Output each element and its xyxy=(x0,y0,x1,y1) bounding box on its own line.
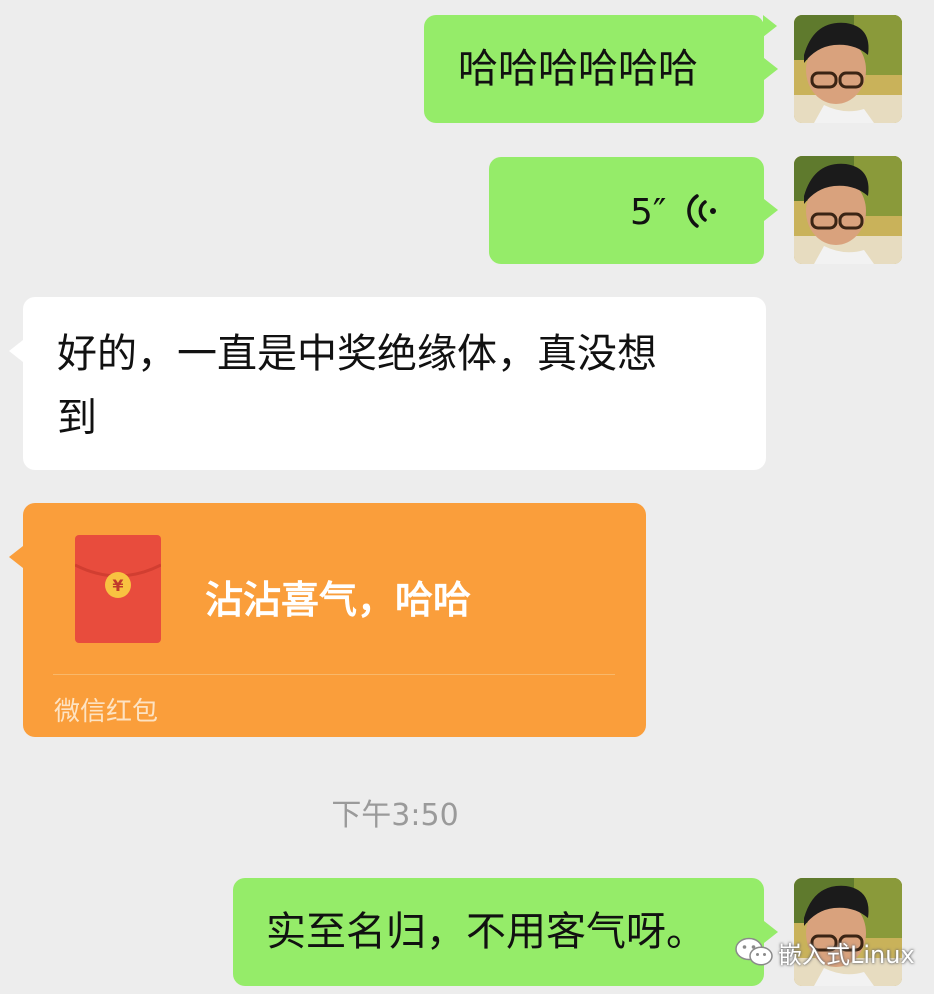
received-message-bubble[interactable]: 好的，一直是中奖绝缘体，真没想 到 xyxy=(23,297,766,470)
red-envelope-icon: ¥ xyxy=(75,535,161,643)
message-text: 实至名归，不用客气呀。 xyxy=(266,909,706,955)
voice-wave-icon xyxy=(687,194,716,228)
bubble-tail xyxy=(9,546,23,568)
message-text-line-1: 好的，一直是中奖绝缘体，真没想 xyxy=(57,331,657,377)
red-packet-footer: 微信红包 xyxy=(54,697,159,727)
coin-symbol: ¥ xyxy=(112,576,123,595)
red-packet-divider xyxy=(53,674,615,675)
message-text: 哈哈哈哈哈哈 xyxy=(458,46,698,92)
voice-message-bubble[interactable]: 5″ xyxy=(489,157,764,264)
bubble-tail xyxy=(764,58,778,80)
sent-message-bubble[interactable]: 实至名归，不用客气呀。 xyxy=(233,878,764,986)
message-text-line-2: 到 xyxy=(57,395,97,441)
message-timestamp: 下午3:50 xyxy=(331,798,459,833)
sent-message-bubble[interactable]: .m1::after{top:43px;} 哈哈哈哈哈哈 xyxy=(424,15,777,123)
wechat-logo-icon xyxy=(735,937,773,966)
avatar-image xyxy=(794,156,902,264)
watermark-text: 嵌入式Linux xyxy=(778,940,915,969)
voice-duration: 5″ xyxy=(630,192,667,233)
watermark: 嵌入式Linux xyxy=(734,934,915,970)
bubble-tail xyxy=(9,340,23,362)
red-packet-greeting: 沾沾喜气，哈哈 xyxy=(205,578,472,622)
user-avatar[interactable] xyxy=(794,15,902,123)
bubble-tail xyxy=(764,199,778,221)
red-packet-card[interactable]: ¥ 沾沾喜气，哈哈 微信红包 xyxy=(23,503,646,737)
user-avatar[interactable] xyxy=(794,156,902,264)
avatar-image xyxy=(794,15,902,123)
